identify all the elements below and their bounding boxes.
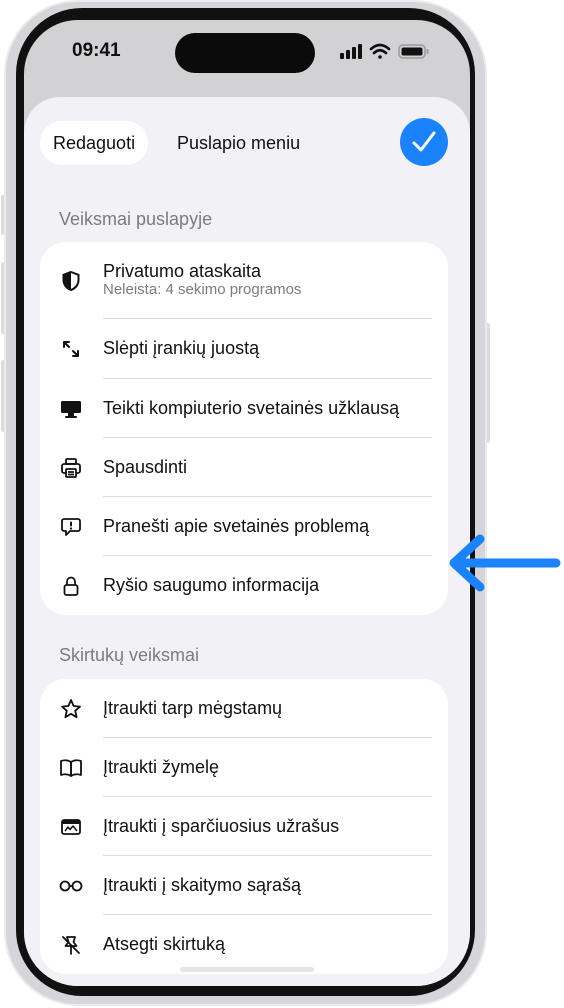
lock-icon	[59, 556, 83, 615]
star-icon	[59, 679, 83, 738]
printer-icon	[59, 438, 83, 497]
shield-icon	[59, 242, 83, 319]
wifi-icon	[369, 43, 391, 59]
menu-item-label: Įtraukti į skaitymo sąrašą	[103, 875, 302, 895]
menu-item-label: Ryšio saugumo informacija	[103, 575, 320, 595]
battery-icon	[398, 44, 429, 59]
menu-item-report-issue[interactable]: Pranešti apie svetainės problemą	[40, 497, 448, 556]
status-icons	[340, 42, 436, 60]
menu-item-print[interactable]: Spausdinti	[40, 438, 448, 497]
section-label-tab-actions: Skirtukų veiksmai	[59, 645, 200, 665]
home-indicator	[180, 967, 314, 972]
page-actions-card: Privatumo ataskaita Neleista: 4 sekimo p…	[40, 242, 448, 615]
callout-arrow-icon	[448, 533, 564, 593]
menu-item-label: Įtraukti tarp mėgstamų	[103, 698, 283, 718]
menu-item-label: Atsegti skirtuką	[103, 934, 226, 954]
checkmark-icon	[412, 131, 436, 152]
menu-item-sublabel: Neleista: 4 sekimo programos	[103, 281, 302, 298]
menu-item-privacy-report[interactable]: Privatumo ataskaita Neleista: 4 sekimo p…	[40, 242, 448, 319]
menu-item-label: Pranešti apie svetainės problemą	[103, 516, 370, 536]
menu-item-add-favorites[interactable]: Įtraukti tarp mėgstamų	[40, 679, 448, 738]
expand-arrows-icon	[59, 319, 83, 378]
glasses-icon	[59, 856, 83, 915]
menu-item-add-quick-note[interactable]: Įtraukti į sparčiuosius užrašus	[40, 797, 448, 856]
menu-item-label: Teikti kompiuterio svetainės užklausą	[103, 398, 400, 418]
menu-item-connection-security[interactable]: Ryšio saugumo informacija	[40, 556, 448, 615]
page-menu-sheet: Redaguoti Puslapio meniu Veiksmai puslap…	[24, 97, 470, 986]
section-label-page-actions: Veiksmai puslapyje	[59, 209, 213, 229]
edit-button[interactable]: Redaguoti	[40, 121, 149, 165]
menu-item-label: Slėpti įrankių juostą	[103, 338, 260, 358]
menu-item-label: Spausdinti	[103, 457, 188, 477]
menu-item-add-reading-list[interactable]: Įtraukti į skaitymo sąrašą	[40, 856, 448, 915]
phone-screen: 09:41 Redaguoti Puslapio meniu Veiksmai …	[24, 20, 470, 986]
book-icon	[59, 738, 83, 797]
status-time: 09:41	[72, 40, 121, 61]
cellular-signal-icon	[340, 44, 362, 59]
sheet-title: Puslapio meniu	[177, 133, 301, 153]
unpin-icon	[59, 915, 83, 974]
menu-item-label: Įtraukti žymelę	[103, 757, 220, 777]
menu-item-unpin-tab[interactable]: Atsegti skirtuką	[40, 915, 448, 974]
desktop-icon	[59, 379, 83, 438]
done-button[interactable]	[400, 118, 448, 166]
dynamic-island	[175, 33, 315, 73]
menu-item-label: Įtraukti į sparčiuosius užrašus	[103, 816, 340, 836]
menu-item-label: Privatumo ataskaita	[103, 261, 262, 281]
tab-actions-card: Įtraukti tarp mėgstamų Įtraukti žymelę Į…	[40, 679, 448, 974]
menu-item-add-bookmark[interactable]: Įtraukti žymelę	[40, 738, 448, 797]
menu-item-hide-toolbar[interactable]: Slėpti įrankių juostą	[40, 319, 448, 378]
quick-note-icon	[59, 797, 83, 856]
menu-item-request-desktop-site[interactable]: Teikti kompiuterio svetainės užklausą	[40, 379, 448, 438]
report-bubble-icon	[59, 497, 83, 556]
